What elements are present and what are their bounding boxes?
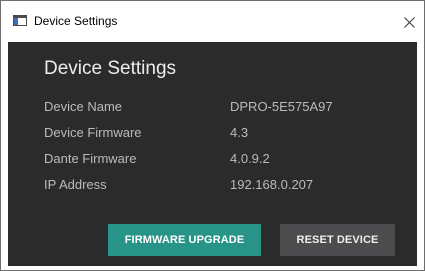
device-settings-window: Device Settings Device Settings Device N… [0,0,425,271]
firmware-upgrade-button[interactable]: FIRMWARE UPGRADE [108,224,261,256]
close-button[interactable] [394,8,424,36]
device-name-value: DPRO-5E575A97 [230,99,333,114]
page-title: Device Settings [44,58,177,79]
reset-device-button[interactable]: RESET DEVICE [280,224,395,256]
window-app-icon [13,15,27,26]
device-firmware-label: Device Firmware [44,125,142,140]
ip-address-value: 192.168.0.207 [230,177,314,192]
close-icon [403,16,415,28]
dante-firmware-value: 4.0.9.2 [230,151,270,166]
settings-panel: Device Settings Device Name DPRO-5E575A9… [8,42,417,266]
title-bar[interactable]: Device Settings [1,1,424,42]
dante-firmware-label: Dante Firmware [44,151,137,166]
window-title: Device Settings [34,14,118,28]
ip-address-label: IP Address [44,177,107,192]
device-firmware-value: 4.3 [230,125,249,140]
device-name-label: Device Name [44,99,123,114]
